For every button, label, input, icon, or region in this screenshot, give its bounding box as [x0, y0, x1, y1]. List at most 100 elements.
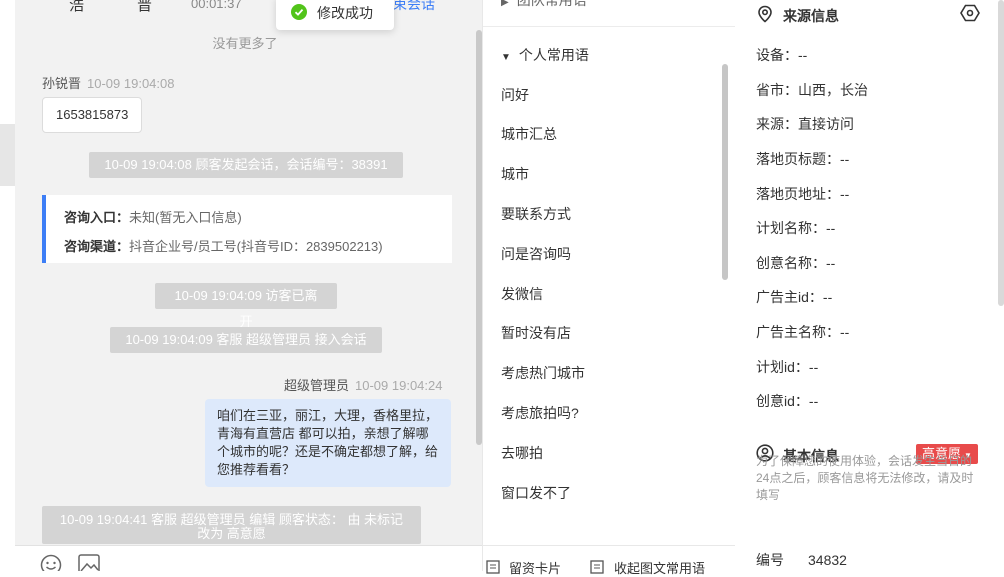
field-label: 广告主名称：: [756, 324, 840, 340]
settings-hex-icon[interactable]: [960, 4, 980, 22]
edit-notice: 为了保障您的使用体验，会话发生当日的24点之后，顾客信息将无法修改，请及时填写: [756, 454, 974, 502]
field-value: --: [808, 359, 819, 375]
field-id: 编号 34832: [756, 550, 847, 570]
collapse-tab[interactable]: [0, 124, 15, 186]
phrase-group-team[interactable]: ▶ 团队常用语: [501, 0, 587, 10]
lead-card-button[interactable]: 留资卡片: [509, 558, 561, 577]
message-time: 10-09 19:04:24: [355, 378, 443, 393]
emoji-icon[interactable]: [40, 554, 62, 571]
field-value: --: [808, 393, 819, 409]
field-value: --: [798, 47, 808, 63]
collapse-doc-icon: [590, 560, 604, 574]
field-device: 设备：--: [756, 45, 807, 65]
phrase-item[interactable]: 要联系方式: [501, 204, 571, 224]
caret-right-icon: ▶: [501, 0, 509, 8]
no-more-text: 没有更多了: [212, 36, 278, 51]
phrase-item[interactable]: 考虑旅拍吗?: [501, 403, 579, 423]
sender-name: 超级管理员: [284, 378, 350, 393]
customer-info-pane: 来源信息 设备：-- 省市：山西，长治 来源：直接访问 落地页标题：-- 落地页…: [735, 0, 1004, 571]
field-landing-url: 落地页地址：--: [756, 184, 849, 204]
sender-name: 孙锐晋: [42, 76, 82, 91]
phrase-item[interactable]: 城市: [501, 164, 529, 184]
chat-duration: 00:01:37: [191, 0, 242, 11]
end-session-link[interactable]: 束会话: [393, 0, 435, 14]
entry-value: 未知(暂无入口信息): [129, 210, 242, 225]
image-icon[interactable]: [78, 554, 100, 571]
divider: [483, 26, 735, 27]
field-label: 计划名称：: [756, 220, 826, 236]
toast-text: 修改成功: [317, 5, 373, 21]
field-label: 省市：: [756, 82, 798, 98]
system-message: 10-09 19:04:09 客服 超级管理员 接入会话: [110, 327, 382, 353]
consult-entry-row: 咨询入口：未知(暂无入口信息): [64, 207, 242, 226]
field-value: --: [840, 324, 850, 340]
message-sender: 超级管理员 10-09 19:04:24: [284, 375, 442, 394]
success-toast: 修改成功: [276, 0, 394, 30]
field-creative-id: 创意id：--: [756, 391, 818, 411]
field-value: --: [822, 289, 833, 305]
phrase-item[interactable]: 城市汇总: [501, 124, 557, 144]
field-plan-id: 计划id：--: [756, 357, 818, 377]
field-advertiser-name: 广告主名称：--: [756, 322, 849, 342]
message-sender: 孙锐晋 10-09 19:04:08: [42, 73, 174, 92]
field-plan-name: 计划名称：--: [756, 218, 835, 238]
field-value: --: [840, 151, 850, 167]
phrase-item[interactable]: 问好: [501, 85, 529, 105]
group-label: 个人常用语: [518, 47, 589, 63]
phrases-toolbar: 留资卡片 收起图文常用语: [483, 545, 735, 576]
left-edge: [0, 0, 15, 571]
group-label: 团队常用语: [516, 0, 587, 8]
source-info-title: 来源信息: [783, 8, 839, 24]
phrase-item[interactable]: 发微信: [501, 284, 543, 304]
customer-name-part1: 浩: [69, 0, 85, 14]
customer-name-part2: 晋: [137, 0, 153, 14]
phrase-item[interactable]: 窗口发不了: [501, 483, 571, 503]
field-label: 落地页标题：: [756, 151, 840, 167]
chat-toolbar: [15, 545, 482, 571]
field-label: 落地页地址：: [756, 186, 840, 202]
menu-icon[interactable]: [46, 0, 56, 4]
message-time: 10-09 19:04:08: [87, 76, 175, 91]
field-advertiser-id: 广告主id：--: [756, 287, 832, 307]
consult-info-card: 咨询入口：未知(暂无入口信息) 咨询渠道：抖音企业号/员工号(抖音号ID：283…: [42, 195, 452, 263]
incoming-message: 1653815873: [42, 97, 143, 133]
field-province-city: 省市：山西，长治: [756, 80, 868, 100]
field-label: 来源：: [756, 116, 798, 132]
location-pin-icon: [758, 5, 772, 23]
field-value: 34832: [808, 552, 847, 568]
field-value: --: [826, 220, 836, 236]
field-source: 来源：直接访问: [756, 114, 854, 134]
info-scrollbar[interactable]: [998, 0, 1004, 306]
phrase-item[interactable]: 考虑热门城市: [501, 363, 585, 383]
channel-value: 抖音企业号/员工号(抖音号ID：2839502213): [129, 239, 383, 254]
chat-pane: 浩 晋 00:01:37 束会话 没有更多了 孙锐晋 10-09 19:04:08…: [15, 0, 482, 571]
caret-down-icon: ▼: [501, 52, 511, 63]
system-message: 10-09 19:04:41 客服 超级管理员 编辑 顾客状态： 由 未标记 改…: [42, 506, 421, 544]
field-landing-title: 落地页标题：--: [756, 149, 849, 169]
chat-header: 浩 晋 00:01:37 束会话: [15, 0, 482, 16]
field-creative-name: 创意名称：--: [756, 253, 835, 273]
phrases-scrollbar[interactable]: [722, 64, 728, 280]
phrase-group-personal[interactable]: ▼ 个人常用语: [501, 45, 589, 65]
phrase-item[interactable]: 暂时没有店: [501, 323, 571, 343]
phrase-item[interactable]: 去哪拍: [501, 443, 543, 463]
field-value: --: [840, 186, 850, 202]
entry-label: 咨询入口：: [64, 210, 130, 225]
system-message: 10-09 19:04:08 顾客发起会话，会话编号：38391: [89, 152, 403, 178]
field-label: 计划id：: [756, 359, 809, 375]
phrase-item[interactable]: 问是咨询吗: [501, 244, 571, 264]
check-circle-icon: [291, 4, 307, 20]
field-label: 编号: [756, 552, 784, 568]
field-label: 创意id：: [756, 393, 809, 409]
system-message: 10-09 19:04:09 访客已离开: [155, 283, 337, 329]
collapse-phrases-button[interactable]: 收起图文常用语: [614, 558, 705, 577]
field-label: 广告主id：: [756, 289, 823, 305]
consult-channel-row: 咨询渠道：抖音企业号/员工号(抖音号ID：2839502213): [64, 236, 383, 255]
field-label: 创意名称：: [756, 255, 826, 271]
card-icon: [486, 560, 500, 574]
field-label: 设备：: [756, 47, 798, 63]
channel-label: 咨询渠道：: [64, 239, 130, 254]
common-phrases-pane: ▶ 团队常用语 ▼ 个人常用语 问好 城市汇总 城市 要联系方式 问是咨询吗 发微信…: [482, 0, 736, 576]
outgoing-message: 咱们在三亚，丽江，大理，香格里拉，青海有直营店 都可以拍，亲想了解哪个城市的呢？…: [205, 399, 451, 487]
field-value: 直接访问: [798, 116, 854, 132]
